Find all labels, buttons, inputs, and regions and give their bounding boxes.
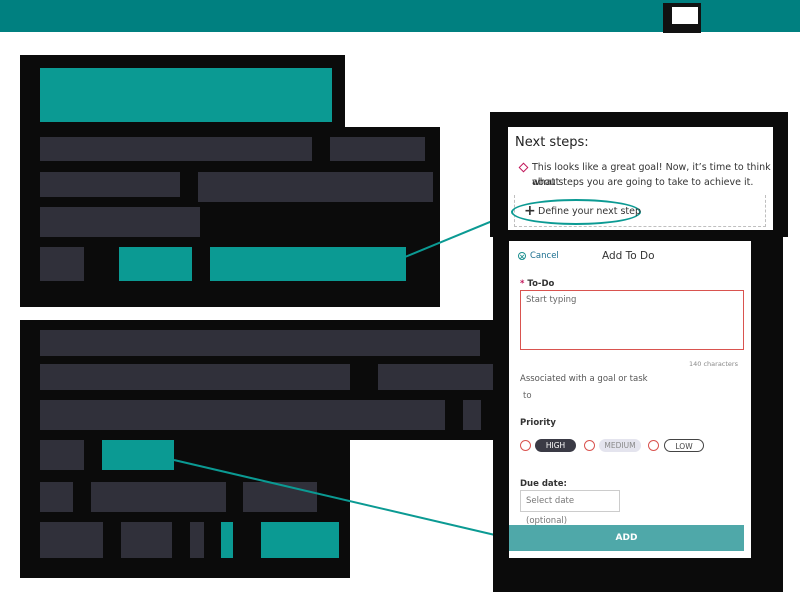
priority-radio-medium[interactable] (584, 440, 595, 451)
callout-line (173, 459, 496, 536)
diamond-icon (518, 162, 529, 173)
add-todo-dialog: × Cancel Add To Do * To-Do Start typing … (509, 241, 751, 558)
due-date-input[interactable]: Select date (optional) (520, 490, 620, 526)
close-circle-icon[interactable]: × (518, 252, 526, 261)
cancel-button[interactable]: Cancel (530, 251, 559, 261)
priority-label: Priority (520, 418, 556, 428)
next-steps-title: Next steps: (515, 135, 589, 150)
dialog-title: Add To Do (602, 250, 655, 262)
todo-label-text: To-Do (527, 279, 555, 289)
todo-label: * To-Do (520, 279, 554, 289)
priority-high-pill[interactable]: HIGH (535, 439, 576, 452)
add-button[interactable]: ADD (509, 525, 744, 551)
required-marker: * (520, 279, 525, 289)
next-steps-panel: Next steps: This looks like a great goal… (508, 127, 773, 230)
priority-radio-low[interactable] (648, 440, 659, 451)
todo-textarea[interactable]: Start typing (520, 290, 744, 350)
associated-input[interactable]: to (523, 391, 532, 401)
next-steps-message-line: what steps you are going to take to achi… (532, 177, 754, 188)
priority-radio-high[interactable] (520, 440, 531, 451)
priority-medium-pill[interactable]: MEDIUM (599, 439, 641, 452)
define-next-step-link[interactable]: Define your next step (538, 206, 641, 217)
due-date-label: Due date: (520, 479, 567, 489)
priority-low-pill[interactable]: LOW (664, 439, 704, 452)
associated-label: Associated with a goal or task (520, 374, 648, 384)
char-count: 140 characters (689, 360, 738, 368)
plus-icon[interactable]: + (524, 204, 536, 218)
